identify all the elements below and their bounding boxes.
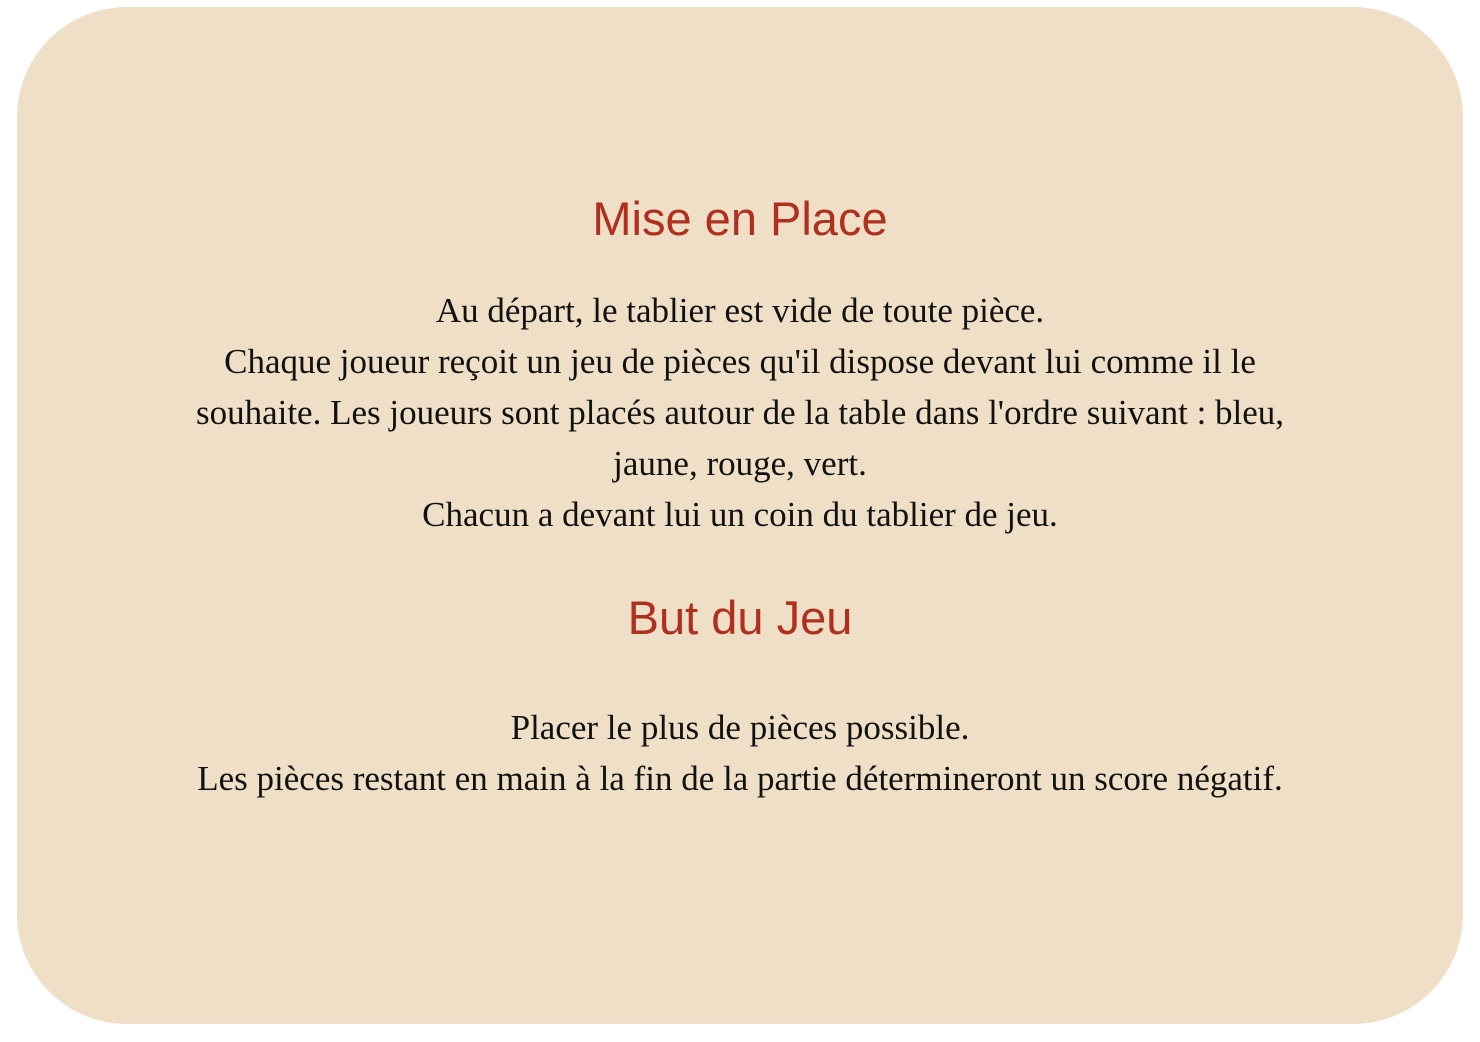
goal-text: Placer le plus de pièces possible. Les p… xyxy=(17,702,1463,804)
section-title-setup: Mise en Place xyxy=(592,192,888,245)
text-line: souhaite. Les joueurs sont placés autour… xyxy=(195,393,1285,432)
text-line: Les pièces restant en main à la fin de l… xyxy=(197,759,1283,798)
text-line: Chacun a devant lui un coin du tablier d… xyxy=(422,495,1058,534)
text-line: Au départ, le tablier est vide de toute … xyxy=(435,291,1045,330)
text-line: jaune, rouge, vert. xyxy=(613,444,867,483)
section-title-goal: But du Jeu xyxy=(627,591,853,644)
text-line: Chaque joueur reçoit un jeu de pièces qu… xyxy=(224,342,1256,381)
rules-card: Mise en Place Au départ, le tablier est … xyxy=(17,7,1463,1024)
setup-text: Au départ, le tablier est vide de toute … xyxy=(17,285,1463,540)
text-line: Placer le plus de pièces possible. xyxy=(510,708,970,747)
